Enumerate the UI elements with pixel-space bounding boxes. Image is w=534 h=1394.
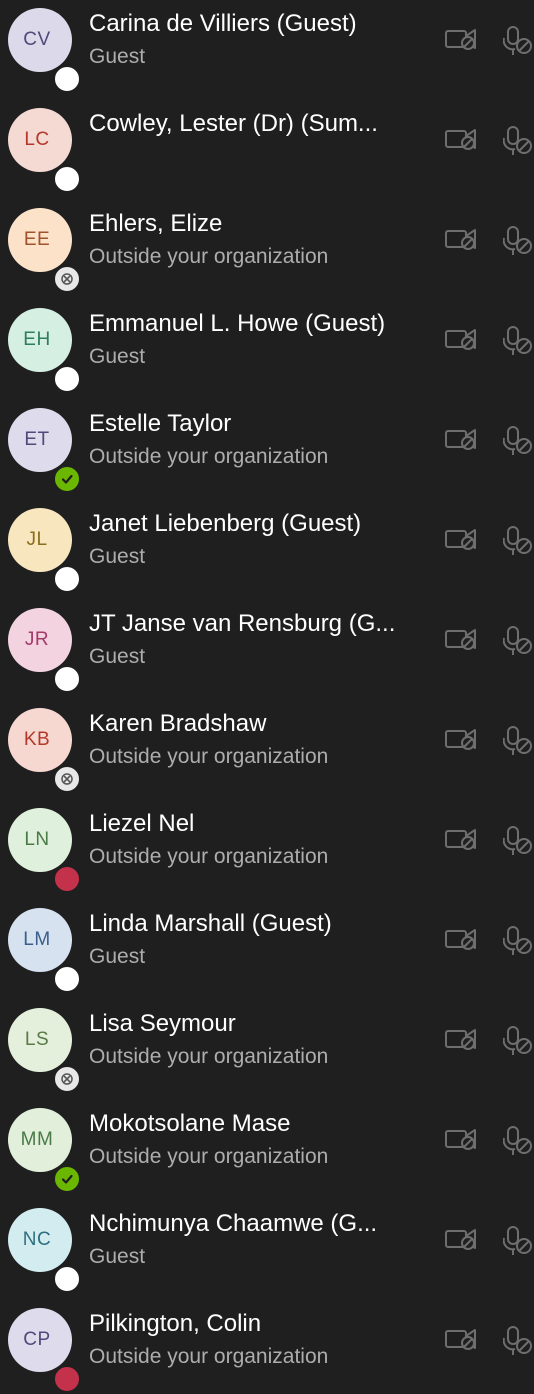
mic-off-icon	[502, 1126, 534, 1161]
participant-subtitle: Guest	[89, 545, 146, 568]
avatar-initials: EH	[23, 329, 51, 350]
participant-name[interactable]: Mokotsolane Mase	[89, 1110, 429, 1138]
participant-row[interactable]: LC Cowley, Lester (Dr) (Sum...	[0, 88, 534, 194]
participant-list: CV Carina de Villiers (Guest) Guest LC C…	[0, 0, 534, 1394]
avatar[interactable]: LN	[8, 808, 82, 894]
participant-name[interactable]: Ehlers, Elize	[89, 210, 429, 238]
participant-subtitle: Outside your organization	[89, 1045, 329, 1068]
camera-off-icon	[444, 626, 478, 657]
avatar[interactable]: JR	[8, 608, 82, 694]
avatar[interactable]: LC	[8, 108, 82, 194]
avatar-initials: ET	[24, 429, 50, 450]
participant-subtitle: Outside your organization	[89, 745, 329, 768]
camera-off-icon	[444, 126, 478, 157]
participant-row[interactable]: JR JT Janse van Rensburg (G... Guest	[0, 588, 534, 694]
mic-off-icon	[502, 526, 534, 561]
participant-row[interactable]: EH Emmanuel L. Howe (Guest) Guest	[0, 288, 534, 394]
avatar[interactable]: EH	[8, 308, 82, 394]
participant-name[interactable]: Pilkington, Colin	[89, 1310, 429, 1338]
participant-row[interactable]: JL Janet Liebenberg (Guest) Guest	[0, 488, 534, 594]
mic-off-icon	[502, 726, 534, 761]
participant-name[interactable]: JT Janse van Rensburg (G...	[89, 610, 429, 638]
mic-off-icon	[502, 26, 534, 61]
avatar-initials: LC	[24, 129, 50, 150]
avatar-initials: LN	[24, 829, 50, 850]
participant-row[interactable]: EE Ehlers, Elize Outside your organizati…	[0, 188, 534, 294]
avatar[interactable]: EE	[8, 208, 82, 294]
avatar-initials: MM	[20, 1129, 54, 1150]
mic-off-icon	[502, 1226, 534, 1261]
participant-name[interactable]: Lisa Seymour	[89, 1010, 429, 1038]
avatar[interactable]: LM	[8, 908, 82, 994]
mic-off-icon	[502, 626, 534, 661]
camera-off-icon	[444, 1226, 478, 1257]
participant-name[interactable]: Emmanuel L. Howe (Guest)	[89, 310, 429, 338]
participant-name[interactable]: Estelle Taylor	[89, 410, 429, 438]
avatar-initials: NC	[22, 1229, 52, 1250]
avatar-initials: KB	[23, 729, 51, 750]
avatar[interactable]: ET	[8, 408, 82, 494]
participant-subtitle: Outside your organization	[89, 845, 329, 868]
avatar[interactable]: KB	[8, 708, 82, 794]
participant-row[interactable]: MM Mokotsolane Mase Outside your organiz…	[0, 1088, 534, 1194]
avatar[interactable]: JL	[8, 508, 82, 594]
camera-off-icon	[444, 526, 478, 557]
avatar[interactable]: LS	[8, 1008, 82, 1094]
camera-off-icon	[444, 1126, 478, 1157]
participant-name[interactable]: Karen Bradshaw	[89, 710, 429, 738]
presence-busy-icon	[52, 1364, 82, 1394]
participant-name[interactable]: Nchimunya Chaamwe (G...	[89, 1210, 429, 1238]
participant-row[interactable]: NC Nchimunya Chaamwe (G... Guest	[0, 1188, 534, 1294]
participant-subtitle: Guest	[89, 1245, 146, 1268]
avatar[interactable]: MM	[8, 1108, 82, 1194]
camera-off-icon	[444, 1026, 478, 1057]
mic-off-icon	[502, 1326, 534, 1361]
participant-subtitle: Outside your organization	[89, 445, 329, 468]
camera-off-icon	[444, 426, 478, 457]
participant-row[interactable]: ET Estelle Taylor Outside your organizat…	[0, 388, 534, 494]
mic-off-icon	[502, 926, 534, 961]
camera-off-icon	[444, 326, 478, 357]
camera-off-icon	[444, 926, 478, 957]
avatar-initials: LS	[24, 1029, 50, 1050]
camera-off-icon	[444, 826, 478, 857]
avatar-initials: JL	[26, 529, 48, 550]
avatar-initials: LM	[23, 929, 51, 950]
participant-row[interactable]: CV Carina de Villiers (Guest) Guest	[0, 0, 534, 94]
avatar-initials: CP	[23, 1329, 51, 1350]
participant-row[interactable]: LS Lisa Seymour Outside your organizatio…	[0, 988, 534, 1094]
camera-off-icon	[444, 1326, 478, 1357]
participant-row[interactable]: KB Karen Bradshaw Outside your organizat…	[0, 688, 534, 794]
avatar[interactable]: CV	[8, 8, 82, 94]
avatar[interactable]: NC	[8, 1208, 82, 1294]
camera-off-icon	[444, 726, 478, 757]
participant-row[interactable]: LN Liezel Nel Outside your organization	[0, 788, 534, 894]
mic-off-icon	[502, 326, 534, 361]
mic-off-icon	[502, 826, 534, 861]
avatar-initials: CV	[23, 29, 51, 50]
participant-subtitle: Outside your organization	[89, 1345, 329, 1368]
participant-name[interactable]: Linda Marshall (Guest)	[89, 910, 429, 938]
participant-row[interactable]: CP Pilkington, Colin Outside your organi…	[0, 1288, 534, 1394]
participant-subtitle: Outside your organization	[89, 1145, 329, 1168]
participant-name[interactable]: Janet Liebenberg (Guest)	[89, 510, 429, 538]
participant-name[interactable]: Carina de Villiers (Guest)	[89, 10, 429, 38]
participant-subtitle: Guest	[89, 945, 146, 968]
participant-subtitle: Outside your organization	[89, 245, 329, 268]
mic-off-icon	[502, 226, 534, 261]
participant-row[interactable]: LM Linda Marshall (Guest) Guest	[0, 888, 534, 994]
participant-name[interactable]: Cowley, Lester (Dr) (Sum...	[89, 110, 429, 138]
avatar-initials: JR	[24, 629, 50, 650]
avatar[interactable]: CP	[8, 1308, 82, 1394]
participant-subtitle: Guest	[89, 345, 146, 368]
participant-subtitle: Guest	[89, 645, 146, 668]
camera-off-icon	[444, 226, 478, 257]
participant-name[interactable]: Liezel Nel	[89, 810, 429, 838]
mic-off-icon	[502, 126, 534, 161]
avatar-initials: EE	[23, 229, 51, 250]
mic-off-icon	[502, 1026, 534, 1061]
participant-subtitle: Guest	[89, 45, 146, 68]
mic-off-icon	[502, 426, 534, 461]
camera-off-icon	[444, 26, 478, 57]
